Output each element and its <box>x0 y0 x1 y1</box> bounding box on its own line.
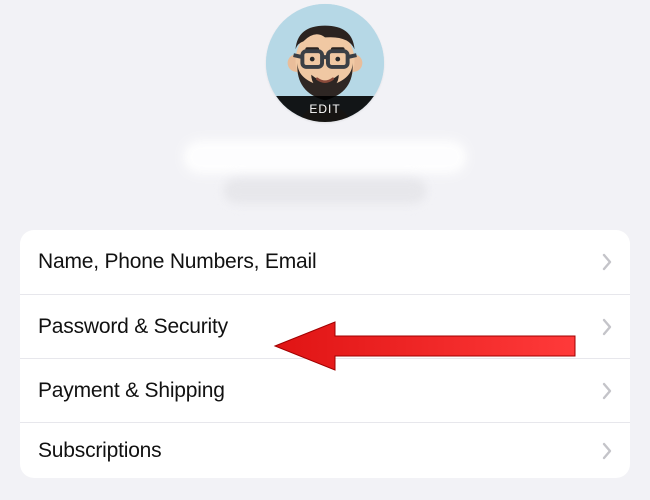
chevron-right-icon <box>602 442 612 460</box>
chevron-right-icon <box>602 382 612 400</box>
settings-row-password-security[interactable]: Password & Security <box>20 294 630 358</box>
edit-label: EDIT <box>309 102 340 116</box>
profile-header: EDIT <box>0 0 650 202</box>
chevron-right-icon <box>602 253 612 271</box>
settings-row-subscriptions[interactable]: Subscriptions <box>20 422 630 478</box>
account-settings-list: Name, Phone Numbers, Email Password & Se… <box>20 230 630 478</box>
profile-name-redacted <box>185 142 465 172</box>
settings-row-payment-shipping[interactable]: Payment & Shipping <box>20 358 630 422</box>
chevron-right-icon <box>602 318 612 336</box>
settings-row-label: Subscriptions <box>38 439 161 463</box>
profile-name-block <box>185 142 465 202</box>
profile-email-redacted <box>225 180 425 202</box>
settings-row-label: Payment & Shipping <box>38 379 225 403</box>
settings-row-label: Password & Security <box>38 315 228 339</box>
edit-avatar-button[interactable]: EDIT <box>266 96 384 122</box>
settings-row-label: Name, Phone Numbers, Email <box>38 250 316 274</box>
settings-row-name-phone-email[interactable]: Name, Phone Numbers, Email <box>20 230 630 294</box>
profile-avatar[interactable]: EDIT <box>266 4 384 122</box>
